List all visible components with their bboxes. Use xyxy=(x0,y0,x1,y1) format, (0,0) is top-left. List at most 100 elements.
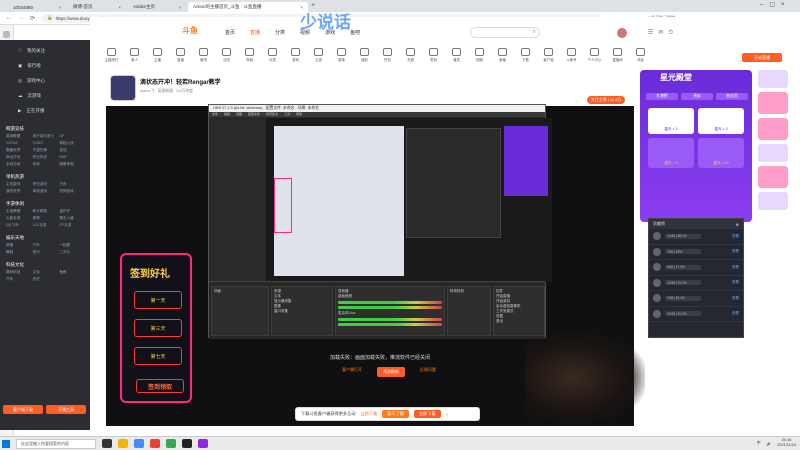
category-icon[interactable]: 直播间 xyxy=(609,48,626,68)
category-link[interactable]: 方舟 xyxy=(59,182,84,187)
category-icon[interactable]: 消息 xyxy=(632,48,649,68)
tab-noble[interactable]: 贵族 xyxy=(681,93,713,100)
back-icon[interactable]: ← xyxy=(6,15,12,21)
start-live-button[interactable]: 开始直播 xyxy=(742,53,782,62)
menu-item[interactable]: 工具 xyxy=(284,112,290,117)
reload-icon[interactable]: ⟳ xyxy=(30,15,35,22)
category-link[interactable]: 王者荣耀 xyxy=(6,209,31,214)
sidebar-item-rank[interactable]: ▣ 排行榜 xyxy=(0,58,90,73)
reward-card[interactable]: 星光 × 1 xyxy=(648,108,694,134)
header-icons[interactable]: ☰✉⏱ xyxy=(648,29,678,37)
category-link[interactable]: 汽车 xyxy=(6,277,31,282)
obs-icon[interactable] xyxy=(182,439,192,448)
window-controls[interactable]: –▢× xyxy=(760,1,791,8)
category-link[interactable]: 英雄联盟 xyxy=(6,134,31,139)
rank-link[interactable]: 查看 xyxy=(732,234,739,239)
category-icon[interactable]: 道具 xyxy=(448,48,465,68)
category-link[interactable]: 逆战 xyxy=(59,148,84,153)
windows-start-icon[interactable] xyxy=(2,439,10,448)
nav-live[interactable]: 直播 xyxy=(250,29,260,36)
rank-row[interactable]: 7/48 | 51.3% 查看 xyxy=(649,291,743,307)
category-link[interactable]: 地下城与勇士 xyxy=(33,134,58,139)
menu-item[interactable]: 配置文件 xyxy=(248,112,260,117)
banner-download-button[interactable]: 立即下载 xyxy=(413,410,441,418)
close-icon[interactable]: × xyxy=(118,5,121,10)
rail-icon[interactable] xyxy=(3,31,10,38)
controls-dock[interactable]: 控件 开始直播 开始录制 启动虚拟摄像机 工作室模式 设置 退出 xyxy=(493,286,545,336)
banner-link[interactable]: 立即下载 xyxy=(360,411,377,417)
category-link[interactable]: 单机游戏 xyxy=(33,189,58,194)
file-explorer-icon[interactable] xyxy=(118,439,128,448)
source-item[interactable]: 窗口采集 xyxy=(274,309,330,314)
tab-fans[interactable]: 粉丝团 xyxy=(716,93,748,100)
feedback-link[interactable]: 反馈问题 xyxy=(420,367,436,377)
obs-preview[interactable] xyxy=(266,118,552,282)
promo-card[interactable] xyxy=(758,118,788,140)
nav-game[interactable]: 游戏 xyxy=(325,29,335,36)
search-icon[interactable]: ⌕ xyxy=(533,29,536,36)
clock[interactable]: 20:16 2021/11/24 xyxy=(777,438,796,448)
menu-item[interactable]: 场景集合 xyxy=(266,112,278,117)
category-link[interactable]: QQ飞车 xyxy=(6,223,31,228)
category-link[interactable]: 第五人格 xyxy=(59,216,84,221)
sidebar-item-follow[interactable]: ♡ 我的关注 xyxy=(0,43,90,58)
rank-link[interactable]: 查看 xyxy=(732,249,739,254)
nav-yuba[interactable]: 鱼吧 xyxy=(350,29,360,36)
category-link[interactable]: 文化 xyxy=(33,270,58,275)
category-link[interactable]: 音乐 xyxy=(33,250,58,255)
volume-icon[interactable]: 🔊 xyxy=(767,441,772,446)
category-icon[interactable]: 签到 xyxy=(425,48,442,68)
client-open-link[interactable]: 客户端打开 xyxy=(342,367,362,377)
category-link[interactable]: 金铲铲 xyxy=(59,209,84,214)
category-link[interactable]: 一起看 xyxy=(59,243,84,248)
category-link[interactable]: 二次元 xyxy=(59,250,84,255)
nav-video[interactable]: 视频 xyxy=(300,29,310,36)
browser-tab-active[interactable]: Action的主播首页_斗鱼 · 斗鱼直播 × xyxy=(188,2,308,12)
category-link[interactable]: 舞蹈 xyxy=(6,250,31,255)
app-icon[interactable] xyxy=(198,439,208,448)
client-download-button[interactable]: 客户端下载 xyxy=(3,405,43,414)
close-icon[interactable]: × xyxy=(446,412,448,417)
category-icon[interactable]: 视频 xyxy=(471,48,488,68)
follow-button[interactable]: 关注主播 | 11.3万 xyxy=(587,96,625,104)
rank-row[interactable]: 13/48 | 68.1% 查看 xyxy=(649,229,743,245)
category-link[interactable]: 命运方舟 xyxy=(6,155,31,160)
rank-link[interactable]: 查看 xyxy=(732,296,739,301)
category-link[interactable]: 鱼教 xyxy=(59,270,84,275)
app-icon[interactable] xyxy=(150,439,160,448)
banner-dismiss-button[interactable]: 暂不了解 xyxy=(382,410,409,418)
category-icon[interactable]: 个人中心 xyxy=(586,48,603,68)
browser-tab[interactable]: 10034880 × xyxy=(8,2,66,12)
browser-tab[interactable]: 微博-首页 × xyxy=(68,2,126,12)
category-icon[interactable]: 客户端 xyxy=(540,48,557,68)
app-icon[interactable] xyxy=(166,439,176,448)
category-link[interactable]: 主机游戏 xyxy=(6,182,31,187)
category-icon[interactable]: 斗鱼号 xyxy=(563,48,580,68)
promo-card[interactable] xyxy=(758,144,788,162)
category-icon[interactable]: 游戏 xyxy=(287,48,304,68)
category-link[interactable]: 户外 xyxy=(33,243,58,248)
category-link[interactable]: 怀旧游戏 xyxy=(33,182,58,187)
category-link[interactable]: 守望先锋 xyxy=(33,148,58,153)
transition-dock[interactable]: 转场特效 xyxy=(447,286,491,336)
nav-category[interactable]: 分类 xyxy=(275,29,285,36)
close-icon[interactable]: × xyxy=(58,5,61,10)
category-link[interactable]: CF xyxy=(59,134,84,139)
category-link[interactable]: 我的世界 xyxy=(6,189,31,194)
rank-link[interactable]: 查看 xyxy=(732,265,739,270)
promo-card[interactable] xyxy=(758,92,788,114)
checkin-widget[interactable]: 签到好礼 第一天 第三天 第七天 签到领取 xyxy=(120,253,192,403)
site-logo[interactable]: 斗鱼 xyxy=(182,25,212,37)
menu-item[interactable]: 视图 xyxy=(236,112,242,117)
category-link[interactable]: 历史 xyxy=(33,277,58,282)
scene-dock[interactable]: 场景 xyxy=(211,286,269,336)
nav-home[interactable]: 首页 xyxy=(225,29,235,36)
reward-card[interactable]: 星光 × 10 xyxy=(698,138,744,168)
sidebar-item-game-center[interactable]: ◎ 游戏中心 xyxy=(0,73,90,88)
menu-item[interactable]: 文件 xyxy=(212,112,218,117)
category-link[interactable]: 火影手游 xyxy=(6,216,31,221)
category-link[interactable]: CF手游 xyxy=(59,223,84,228)
promo-card[interactable] xyxy=(758,70,788,88)
rank-row[interactable]: 7/45 | 40% 查看 xyxy=(649,245,743,260)
category-icon[interactable]: 主播排行 xyxy=(103,48,120,68)
